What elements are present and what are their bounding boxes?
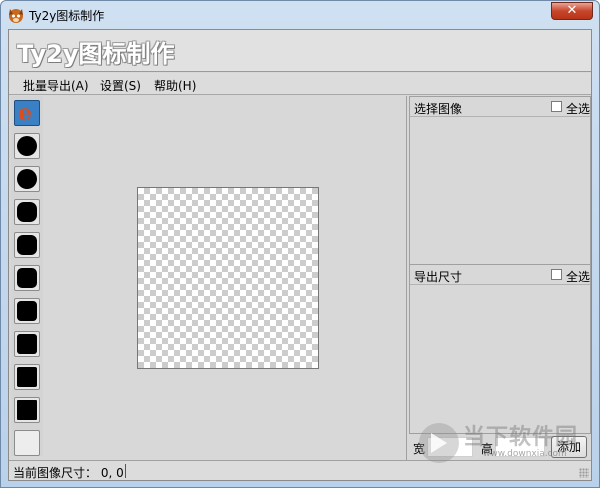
- tool-rounded-square-button[interactable]: [14, 265, 40, 291]
- select-all-sizes-label[interactable]: 全选: [566, 268, 590, 285]
- select-all-sizes-checkbox[interactable]: [551, 269, 562, 280]
- tool-rounded-square-button[interactable]: [14, 331, 40, 357]
- rounded-square-icon: [17, 268, 37, 288]
- select-all-images-checkbox[interactable]: [551, 101, 562, 112]
- rounded-square-icon: [17, 235, 37, 255]
- select-image-panel: 选择图像 全选: [409, 96, 591, 266]
- tool-circle-button[interactable]: [14, 166, 40, 192]
- watermark: 当下软件园 www.downxia.com: [419, 419, 597, 479]
- select-all-images-label[interactable]: 全选: [566, 100, 590, 117]
- tool-blank-button[interactable]: [14, 430, 40, 456]
- app-fox-icon: [9, 9, 23, 23]
- rounded-square-icon: [17, 334, 37, 354]
- transparent-canvas[interactable]: [137, 187, 319, 369]
- rounded-square-icon: [17, 301, 37, 321]
- client-area: Ty2y图标制作 批量导出(A) 设置(S) 帮助(H) e 选择图像 全选 导…: [8, 29, 592, 481]
- tool-circle-button[interactable]: [14, 133, 40, 159]
- close-button[interactable]: ✕: [551, 2, 593, 20]
- tool-rounded-square-button[interactable]: [14, 298, 40, 324]
- title-bar[interactable]: Ty2y图标制作 ✕: [1, 1, 599, 29]
- watermark-text: 当下软件园: [463, 425, 579, 450]
- watermark-url: www.downxia.com: [483, 449, 567, 459]
- export-size-title: 导出尺寸: [414, 270, 463, 284]
- canvas-area: [45, 96, 407, 460]
- rounded-square-icon: [17, 367, 37, 387]
- header-banner: Ty2y图标制作: [9, 30, 591, 72]
- menu-settings[interactable]: 设置(S): [100, 77, 141, 94]
- tool-rounded-square-button[interactable]: [14, 232, 40, 258]
- banner-title: Ty2y图标制作: [17, 40, 175, 68]
- tool-rounded-square-button[interactable]: [14, 199, 40, 225]
- window-title: Ty2y图标制作: [29, 9, 105, 23]
- image-size-status: 当前图像尺寸： 0, 0: [13, 466, 124, 480]
- play-logo-icon: [419, 423, 459, 463]
- circle-icon: [17, 169, 37, 189]
- export-size-panel: 导出尺寸 全选: [409, 264, 591, 434]
- select-image-header: 选择图像 全选: [410, 97, 590, 117]
- select-image-title: 选择图像: [414, 102, 463, 116]
- tool-square-button[interactable]: [14, 397, 40, 423]
- circle-icon: [17, 136, 37, 156]
- ie-e-icon: e: [18, 100, 32, 126]
- tool-ie-button[interactable]: e: [14, 100, 40, 126]
- export-size-header: 导出尺寸 全选: [410, 265, 590, 285]
- square-icon: [17, 400, 37, 420]
- menu-batch-export[interactable]: 批量导出(A): [23, 77, 89, 94]
- menu-help[interactable]: 帮助(H): [154, 77, 196, 94]
- status-separator: [125, 464, 126, 478]
- rounded-square-icon: [17, 202, 37, 222]
- close-icon: ✕: [566, 3, 578, 18]
- app-window: Ty2y图标制作 ✕ Ty2y图标制作 批量导出(A) 设置(S) 帮助(H) …: [0, 0, 600, 488]
- menu-bar: 批量导出(A) 设置(S) 帮助(H): [9, 73, 591, 95]
- tool-rounded-square-button[interactable]: [14, 364, 40, 390]
- shape-toolbar: e: [11, 96, 43, 456]
